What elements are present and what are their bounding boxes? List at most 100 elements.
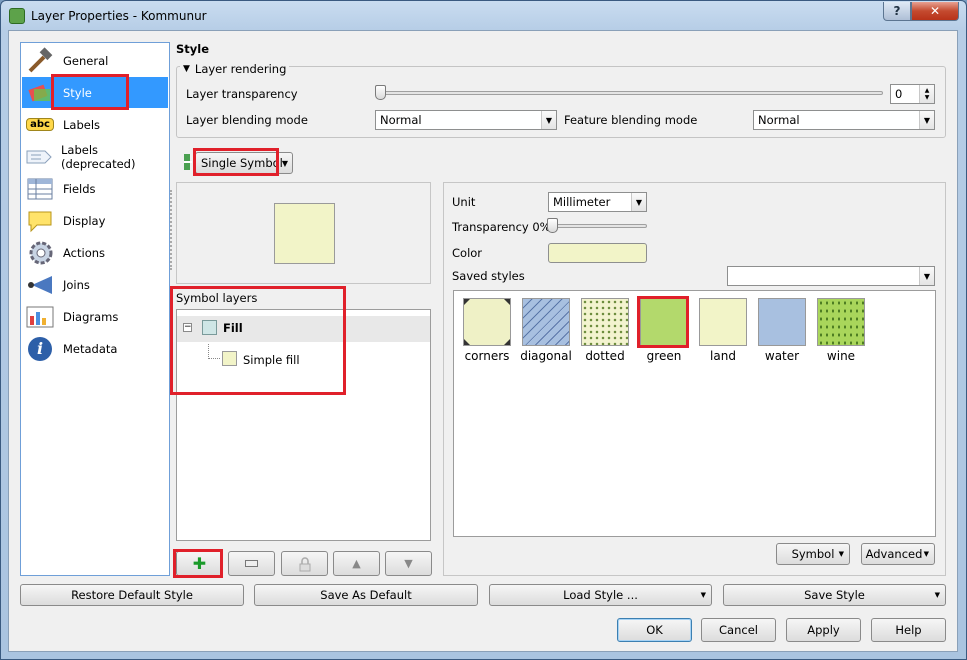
info-icon: i [25, 335, 55, 363]
saved-styles-combo[interactable]: ▼ [727, 266, 935, 286]
window-title: Layer Properties - Kommunur [31, 9, 207, 23]
move-down-button[interactable]: ▼ [385, 551, 432, 576]
nav-item-label: Fields [63, 181, 96, 196]
simple-fill-icon [222, 351, 237, 366]
title-close-button[interactable]: ✕ [911, 2, 959, 21]
swatch-wine[interactable] [817, 298, 865, 346]
save-as-default-button[interactable]: Save As Default [254, 584, 478, 606]
layer-transparency-slider-thumb[interactable] [375, 85, 386, 100]
layer-transparency-slider[interactable] [378, 91, 883, 95]
tree-item-fill: Fill [223, 321, 243, 335]
collapse-arrow-icon: ▼ [183, 64, 190, 74]
nav-item-joins[interactable]: Joins [22, 269, 168, 300]
chevron-down-icon: ▼ [631, 193, 646, 211]
transparency-label: Transparency 0% [452, 220, 551, 234]
style-heading: Style [176, 42, 210, 56]
layer-blending-value: Normal [380, 113, 422, 127]
layer-rendering-header[interactable]: ▼ Layer rendering [180, 62, 290, 76]
layer-transparency-spinbox[interactable]: 0 ▲ ▼ [890, 84, 935, 104]
nav-item-display[interactable]: Display [22, 205, 168, 236]
label-tag-icon [25, 143, 53, 171]
help-button[interactable]: Help [871, 618, 946, 642]
hammer-icon [25, 46, 55, 75]
swatch-water[interactable] [758, 298, 806, 346]
layer-transparency-value: 0 [895, 87, 903, 101]
symbol-btn-label: Symbol [791, 547, 835, 561]
splitter-handle[interactable] [170, 190, 175, 270]
swatch-label: diagonal [520, 349, 572, 363]
nav-item-label: Actions [63, 245, 106, 260]
nav-item-style[interactable]: Style [22, 77, 168, 108]
remove-layer-button[interactable] [228, 551, 275, 576]
title-help-button[interactable]: ? [883, 2, 911, 21]
tree-item-simple-fill[interactable]: Simple fill [243, 353, 300, 367]
swatch-land[interactable] [699, 298, 747, 346]
lock-layer-button[interactable] [281, 551, 328, 576]
cancel-button[interactable]: Cancel [701, 618, 776, 642]
lock-icon [299, 556, 310, 571]
save-style-label: Save Style [804, 588, 865, 602]
load-style-label: Load Style ... [563, 588, 638, 602]
nav-item-general[interactable]: General [22, 45, 168, 76]
feature-blending-value: Normal [758, 113, 800, 127]
swatch-dotted[interactable] [581, 298, 629, 346]
add-layer-button[interactable]: ✚ [176, 551, 223, 576]
saved-styles-label: Saved styles [452, 269, 525, 283]
swatch-green[interactable] [640, 298, 688, 346]
restore-default-style-button[interactable]: Restore Default Style [20, 584, 244, 606]
swatch-diagonal[interactable] [522, 298, 570, 346]
nav-item-actions[interactable]: Actions [22, 237, 168, 268]
nav-item-metadata[interactable]: i Metadata [22, 333, 168, 364]
abc-labels-icon: abc [25, 111, 55, 139]
unit-combo[interactable]: Millimeter ▼ [548, 192, 647, 212]
load-style-button[interactable]: Load Style ... ▼ [489, 584, 712, 606]
save-style-button[interactable]: Save Style ▼ [723, 584, 946, 606]
renderer-combo[interactable]: Single Symbol ▼ [195, 152, 293, 174]
advanced-menu-button[interactable]: Advanced ▼ [861, 543, 935, 565]
nav-item-label: Labels [63, 117, 101, 132]
move-up-button[interactable]: ▲ [333, 551, 380, 576]
nav-list: General Style abc Labels Labels (depreca… [20, 42, 170, 576]
swatch-label: dotted [585, 349, 625, 363]
chevron-down-icon: ▼ [700, 591, 706, 599]
color-label: Color [452, 246, 483, 260]
speech-bubble-icon [25, 207, 55, 235]
plus-icon: ✚ [192, 554, 207, 573]
saved-styles-gallery: corners diagonal dotted green land water… [453, 290, 936, 537]
apply-label: Apply [807, 623, 840, 637]
ok-label: OK [646, 623, 663, 637]
layer-rendering-label: Layer rendering [194, 62, 287, 76]
ok-button[interactable]: OK [617, 618, 692, 642]
collapse-toggle-icon[interactable]: − [183, 323, 192, 332]
spin-arrows-icon[interactable]: ▲ ▼ [919, 85, 934, 103]
swatch-label: wine [826, 349, 856, 363]
nav-item-fields[interactable]: Fields [22, 173, 168, 204]
qgis-logo-icon [9, 8, 25, 24]
symbol-transparency-slider[interactable] [550, 224, 647, 228]
chevron-down-icon: ▼ [277, 153, 292, 173]
layer-blending-label: Layer blending mode [186, 113, 308, 127]
nav-item-labels[interactable]: abc Labels [22, 109, 168, 140]
chart-icon [25, 303, 55, 331]
nav-item-label: Joins [63, 277, 90, 292]
layer-blending-combo[interactable]: Normal ▼ [375, 110, 557, 130]
symbol-layers-tree: − Fill Simple fill [176, 309, 431, 541]
table-icon [25, 175, 55, 203]
renderer-icon [183, 152, 193, 172]
swatch-label: land [710, 349, 736, 363]
feature-blending-label: Feature blending mode [564, 113, 698, 127]
feature-blending-combo[interactable]: Normal ▼ [753, 110, 935, 130]
symbol-menu-button[interactable]: Symbol ▼ [776, 543, 850, 565]
title-bar[interactable]: Layer Properties - Kommunur ? ✕ [1, 1, 966, 31]
nav-item-labels-deprecated[interactable]: Labels (deprecated) [22, 141, 168, 172]
symbol-transparency-slider-thumb[interactable] [547, 218, 558, 233]
symbol-preview-swatch [274, 203, 335, 264]
unit-label: Unit [452, 195, 476, 209]
swatch-corners[interactable] [463, 298, 511, 346]
color-button[interactable] [548, 243, 647, 263]
apply-button[interactable]: Apply [786, 618, 861, 642]
nav-item-diagrams[interactable]: Diagrams [22, 301, 168, 332]
restore-label: Restore Default Style [71, 588, 193, 602]
nav-item-label: Metadata [63, 341, 118, 356]
unit-value: Millimeter [553, 195, 611, 209]
